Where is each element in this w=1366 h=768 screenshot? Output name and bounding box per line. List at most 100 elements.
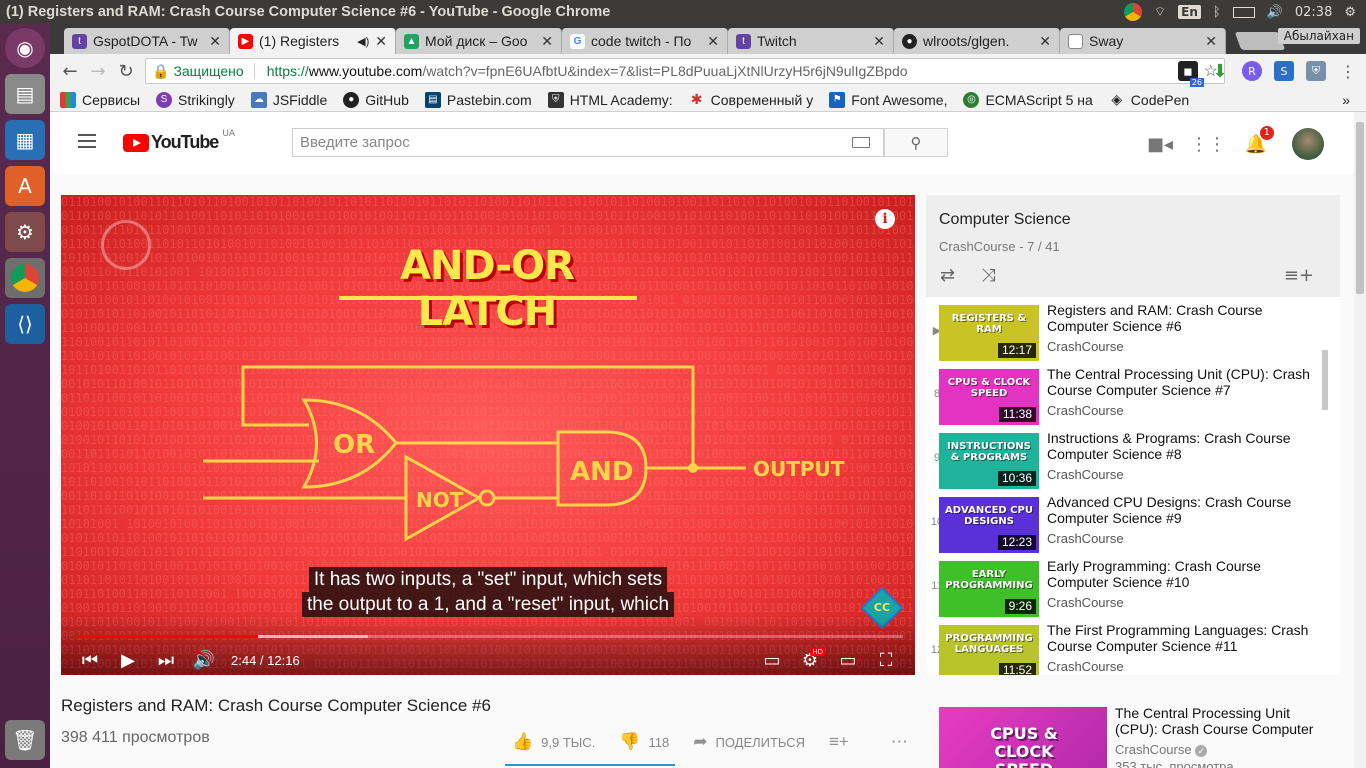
url-text[interactable]: https://www.youtube.com/watch?v=fpnE6UAf… — [255, 63, 908, 79]
progress-bar[interactable] — [73, 635, 903, 638]
ublock-extension-icon[interactable]: ◼ 26 — [1178, 61, 1204, 87]
trash-icon[interactable]: 🗑 — [5, 720, 45, 760]
play-icon[interactable]: ▶ — [109, 650, 147, 671]
theater-mode-icon[interactable]: ▭ — [829, 650, 867, 671]
playlist-item[interactable]: 12 PROGRAMMING LANGUAGES 11:52 The First Pr… — [926, 622, 1326, 675]
tab-code-twitch[interactable]: Gcode twitch - По ✕ — [562, 28, 728, 54]
keyboard-icon[interactable] — [852, 137, 870, 148]
forward-arrow-icon[interactable]: → — [84, 61, 112, 82]
playlist-scrollbar[interactable] — [1322, 350, 1328, 410]
bookmark-codepen[interactable]: ◈ CodePen — [1109, 91, 1189, 108]
next-icon[interactable]: ⏭ — [147, 650, 185, 671]
page-scrollbar[interactable] — [1354, 112, 1366, 768]
playlist-item-thumbnail[interactable]: PROGRAMMING LANGUAGES 11:52 — [939, 625, 1039, 675]
wifi-icon[interactable]: ⌔ — [1154, 4, 1166, 20]
playlist-item-thumbnail[interactable]: REGISTERS & RAM 12:17 — [939, 305, 1039, 361]
vscode-icon[interactable]: ⟨⟩ — [5, 304, 45, 344]
notifications-bell-icon[interactable]: 🔔 1 — [1244, 126, 1274, 156]
recommended-title[interactable]: The Central Processing Unit (CPU): Crash… — [1115, 705, 1325, 737]
software-center-icon[interactable]: A — [5, 166, 45, 206]
settings-gear-icon[interactable]: ⚙ HD — [791, 647, 829, 671]
subtitles-icon[interactable]: ▭ — [753, 650, 791, 671]
chrome-launcher-icon[interactable] — [5, 258, 45, 298]
bookmark-strikingly[interactable]: S Strikingly — [156, 91, 235, 108]
upload-video-icon[interactable]: ■◂ — [1147, 132, 1173, 156]
playlist-item-thumbnail[interactable]: INSTRUCTIONS & PROGRAMS 10:36 — [939, 433, 1039, 489]
ubuntu-dash-icon[interactable]: ◉ — [5, 28, 45, 68]
menu-kebab-icon[interactable]: ⋮ — [1338, 61, 1358, 81]
playlist-item[interactable]: 10 ADVANCED CPU DESIGNS 12:23 Advanced CPU … — [926, 494, 1326, 558]
bookmark-modern-tutorial[interactable]: ✱ Современный у — [689, 92, 813, 108]
search-button[interactable]: ⚲ — [884, 128, 948, 157]
fullscreen-icon[interactable]: ⛶ — [867, 650, 905, 671]
page-scrollbar-thumb[interactable] — [1356, 122, 1364, 294]
playlist-item-thumbnail[interactable]: ADVANCED CPU DESIGNS 12:23 — [939, 497, 1039, 553]
profile-name[interactable]: Абылайхан — [1277, 28, 1360, 44]
bookmark-pastebin[interactable]: ▤ Pastebin.com — [424, 91, 532, 108]
security-label[interactable]: Защищено — [169, 63, 243, 79]
back-arrow-icon[interactable]: ← — [56, 61, 84, 82]
r-extension-icon[interactable]: R — [1242, 61, 1262, 81]
address-bar[interactable]: 🔒 Защищено https://www.youtube.com/watch… — [145, 58, 1225, 84]
shield-extension-icon[interactable]: ⛨ — [1306, 61, 1326, 81]
tab-twitch[interactable]: t Twitch ✕ — [728, 28, 894, 54]
chrome-tray-icon[interactable] — [1123, 3, 1142, 21]
download-extension-icon[interactable]: ⬇ — [1210, 61, 1230, 82]
audio-playing-icon[interactable]: ◀) — [357, 35, 369, 48]
close-icon[interactable]: ✕ — [873, 33, 885, 50]
tab-wlroots[interactable]: ● wlroots/glgen. ✕ — [894, 28, 1060, 54]
volume-icon[interactable]: 🔊 — [185, 650, 223, 671]
s-extension-icon[interactable]: S — [1274, 61, 1294, 81]
recommended-thumbnail[interactable]: CPUS & CLOCK SPEED — [939, 707, 1107, 768]
search-input[interactable]: Введите запрос — [292, 128, 884, 157]
bookmark-github[interactable]: ● GitHub — [343, 91, 409, 108]
close-icon[interactable]: ✕ — [707, 33, 719, 50]
loop-icon[interactable]: ⇄ — [940, 265, 955, 286]
close-icon[interactable]: ✕ — [541, 33, 553, 50]
tab-sway[interactable]: Sway ✕ — [1060, 28, 1226, 54]
close-icon[interactable]: ✕ — [375, 33, 387, 50]
close-icon[interactable]: ✕ — [209, 33, 221, 50]
reload-icon[interactable]: ↻ — [112, 61, 140, 82]
close-icon[interactable]: ✕ — [1205, 33, 1217, 50]
tab-google-drive[interactable]: ▲ Мой диск – Goo ✕ — [396, 28, 562, 54]
files-icon[interactable]: ▤ — [5, 74, 45, 114]
system-settings-icon[interactable]: ⚙ — [5, 212, 45, 252]
bluetooth-icon[interactable]: ᛒ — [1213, 5, 1221, 20]
apps-grid-icon[interactable]: ⋮⋮ — [1190, 132, 1226, 156]
shuffle-icon[interactable]: ⤨ — [981, 265, 995, 286]
playlist-item-thumbnail[interactable]: CPUS & CLOCK SPEED 11:38 — [939, 369, 1039, 425]
tab-gspotdota[interactable]: t GspotDOTA - Tw ✕ — [64, 28, 230, 54]
previous-icon[interactable]: ⏮ — [71, 650, 109, 671]
battery-icon[interactable] — [1232, 6, 1255, 18]
writer-icon[interactable]: ▦ — [5, 120, 45, 160]
close-icon[interactable]: ✕ — [1039, 33, 1051, 50]
more-actions-button[interactable]: ⋯ — [891, 732, 916, 752]
bookmark-font-awesome[interactable]: ⚑ Font Awesome, — [829, 91, 947, 108]
keyboard-layout[interactable]: En — [1178, 5, 1201, 19]
lock-icon[interactable]: 🔒 — [146, 63, 169, 80]
tab-youtube[interactable]: ▶ (1) Registers ◀) ✕ — [230, 28, 396, 54]
share-button[interactable]: ➦ ПОДЕЛИТЬСЯ — [693, 732, 805, 752]
like-button[interactable]: 👍 9,9 ТЫС. — [512, 732, 595, 752]
playlist-title[interactable]: Computer Science — [939, 211, 1327, 229]
bookmark-services[interactable]: Сервисы — [60, 91, 140, 108]
youtube-logo[interactable]: YouTube UA — [123, 129, 235, 153]
dislike-button[interactable]: 👎 118 — [619, 732, 669, 752]
avatar[interactable] — [1292, 128, 1324, 160]
playlist-item[interactable]: 11 EARLY PROGRAMMING 9:26 Early Programming… — [926, 558, 1326, 622]
clock[interactable]: 02:38 — [1295, 5, 1332, 20]
playlist-item[interactable]: 9 INSTRUCTIONS & PROGRAMS 10:36 Instruction… — [926, 430, 1326, 494]
hamburger-menu-icon[interactable] — [78, 134, 96, 148]
bookmarks-overflow-icon[interactable]: » — [1342, 92, 1350, 108]
playlist-item-thumbnail[interactable]: EARLY PROGRAMMING 9:26 — [939, 561, 1039, 617]
settings-gear-icon[interactable]: ⚙ — [1344, 5, 1356, 20]
add-to-playlist-button[interactable]: ≡+ — [829, 732, 857, 752]
save-playlist-icon[interactable]: ≡+ — [1284, 265, 1314, 286]
bookmark-ecmascript[interactable]: ◎ ECMAScript 5 на — [963, 91, 1093, 108]
volume-icon[interactable]: 🔊 — [1267, 5, 1283, 20]
bookmark-html-academy[interactable]: ⛨ HTML Academy: — [547, 91, 673, 108]
recommended-channel[interactable]: CrashCourse ✓ — [1115, 742, 1325, 757]
recommended-video[interactable]: CPUS & CLOCK SPEED The Central Processin… — [939, 705, 1349, 768]
playlist-item[interactable]: 8 CPUS & CLOCK SPEED 11:38 The Central Proc… — [926, 366, 1326, 430]
